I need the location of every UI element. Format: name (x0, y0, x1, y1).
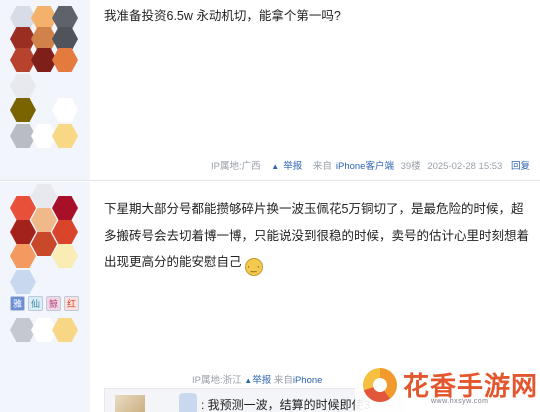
client-source: 来自iPhone (273, 375, 323, 386)
watermark-url: www.hxsyw.com (431, 398, 489, 405)
reply-avatar (115, 395, 145, 412)
post-divider (0, 180, 540, 181)
reply-preview-text: : 我预测一波，结算的时候即使3 (201, 398, 371, 412)
avatar-mosaic-cell (10, 196, 36, 220)
post1-content: 我准备投资6.5w 永动机切，能拿个第一吗? (104, 9, 341, 23)
client-source: 来自 iPhone客户端 (312, 161, 394, 172)
warning-icon: ▲ (271, 162, 280, 171)
avatar-mosaic-cell (31, 184, 57, 208)
ip-location: IP属地:广西 (211, 161, 261, 172)
client-link[interactable]: iPhone (293, 375, 323, 386)
post1-user-sidebar (0, 0, 90, 180)
emoji-icon: ·_· (244, 258, 263, 276)
badge[interactable]: 鲸 (46, 296, 61, 311)
badge[interactable]: 红 (64, 296, 79, 311)
reply-link[interactable]: 回复 (511, 161, 530, 172)
client-link[interactable]: iPhone客户端 (336, 161, 394, 172)
avatar-mosaic-cell (31, 208, 57, 232)
avatar-mosaic-cell (52, 220, 78, 244)
badge[interactable]: 雅 (10, 296, 25, 311)
avatar-mosaic-cell (52, 244, 78, 268)
username-mosaic-cell (10, 98, 36, 122)
site-watermark: 花香手游网 www.hxsyw.com (355, 362, 540, 412)
avatar-mosaic-cell (52, 27, 78, 51)
post2-content: 下星期大部分号都能攒够碎片换一波玉佩花5万铜切了，是最危险的时候，超多搬砖号会去… (104, 196, 532, 276)
avatar-mosaic-cell (52, 48, 78, 72)
level-mosaic-cell (52, 318, 78, 342)
watermark-logo-icon (363, 368, 397, 402)
ip-location: IP属地:浙江 (192, 375, 242, 386)
post1-meta-bar: IP属地:广西 ▲ 举报 来自 iPhone客户端 39楼 2025-02-28 1… (207, 158, 530, 172)
avatar-mosaic-cell (10, 244, 36, 268)
avatar-mosaic-cell (10, 74, 36, 98)
report-link[interactable]: ▲举报 (244, 375, 271, 386)
username-mosaic-cell (52, 98, 78, 122)
reply-user-avatar (179, 393, 197, 412)
avatar-mosaic-cell (10, 220, 36, 244)
level-mosaic-cell (52, 124, 78, 148)
floor-number: 39楼 (400, 161, 421, 172)
username-mosaic-cell (10, 270, 36, 294)
badge[interactable]: 仙 (28, 296, 43, 311)
user-badge-row: 雅 仙 鲸 红 (10, 296, 79, 311)
avatar-mosaic-cell (52, 6, 78, 30)
warning-icon: ▲ (244, 376, 253, 385)
avatar-mosaic-cell (31, 232, 57, 256)
post2-meta-bar: IP属地:浙江 ▲举报 来自iPhone (192, 372, 322, 386)
post-timestamp: 2025-02-28 15:53 (427, 161, 503, 172)
avatar-mosaic-cell (52, 196, 78, 220)
report-link[interactable]: ▲举报 (267, 161, 302, 172)
